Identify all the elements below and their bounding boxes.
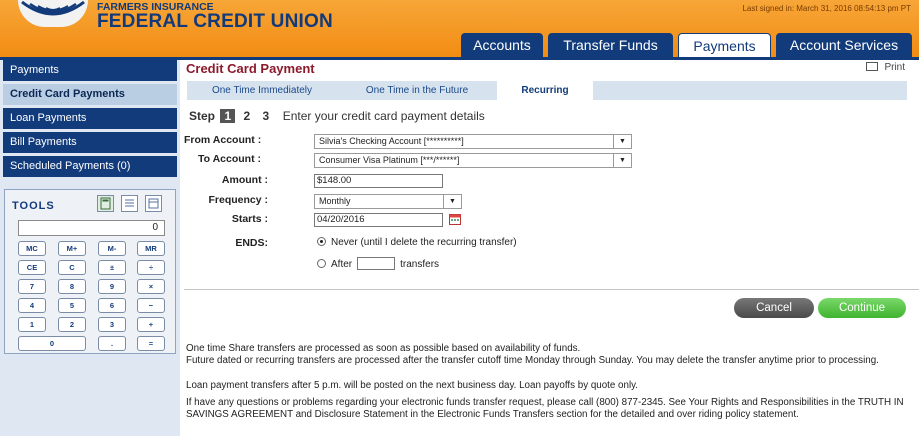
ends-after-option[interactable]: After transfers <box>317 257 439 270</box>
logo <box>18 0 88 27</box>
calc-key-m-minus[interactable]: M- <box>98 241 126 256</box>
calc-key-9[interactable]: 9 <box>98 279 126 294</box>
to-account-select[interactable]: Consumer Visa Platinum [***/******] ▼ <box>314 153 632 168</box>
calc-key-0[interactable]: 0 <box>18 336 86 351</box>
calc-key-divide[interactable]: ÷ <box>137 260 165 275</box>
calc-key-c[interactable]: C <box>58 260 86 275</box>
subtab-one-time-future[interactable]: One Time in the Future <box>337 81 497 100</box>
ends-label: ENDS: <box>235 237 268 249</box>
from-account-label: From Account : <box>184 134 262 146</box>
calc-key-subtract[interactable]: − <box>137 298 165 313</box>
frequency-label: Frequency : <box>208 194 268 206</box>
note-questions: If have any questions or problems regard… <box>186 397 904 420</box>
frequency-value: Monthly <box>319 196 351 206</box>
calc-key-2[interactable]: 2 <box>58 317 86 332</box>
page-title: Credit Card Payment <box>186 61 315 76</box>
step-label: Step <box>189 109 216 123</box>
eagle-logo-icon <box>21 0 85 16</box>
header: FARMERS INSURANCE FEDERAL CREDIT UNION L… <box>0 0 919 58</box>
ends-never-label: Never (until I delete the recurring tran… <box>331 237 517 248</box>
calc-key-6[interactable]: 6 <box>98 298 126 313</box>
calc-key-mc[interactable]: MC <box>18 241 46 256</box>
tools-panel: TOOLS 0 MC M+ M- MR CE C ± ÷ 7 8 9 × 4 5… <box>4 189 176 354</box>
calc-key-equals[interactable]: = <box>137 336 165 351</box>
starts-label: Starts : <box>231 213 268 225</box>
calc-key-3[interactable]: 3 <box>98 317 126 332</box>
note-share-transfers: One time Share transfers are processed a… <box>186 343 581 354</box>
note-loan-payments: Loan payment transfers after 5 p.m. will… <box>186 380 639 391</box>
tab-transfer-funds[interactable]: Transfer Funds <box>548 33 673 57</box>
to-account-label: To Account : <box>198 153 261 165</box>
starts-date-input[interactable]: 04/20/2016 <box>314 213 443 227</box>
calc-key-multiply[interactable]: × <box>137 279 165 294</box>
sidebar-item-scheduled-payments[interactable]: Scheduled Payments (0) <box>3 156 177 177</box>
chevron-down-icon: ▼ <box>613 154 631 167</box>
tab-payments[interactable]: Payments <box>678 33 771 58</box>
print-icon <box>866 62 879 71</box>
form-divider <box>184 289 919 290</box>
tools-title: TOOLS <box>12 200 55 212</box>
last-signed-in: Last signed in: March 31, 2016 08:54:13 … <box>742 4 911 13</box>
calc-key-ce[interactable]: CE <box>18 260 46 275</box>
calendar-picker-icon[interactable] <box>449 213 461 225</box>
from-account-value: Silvia's Checking Account [**********] <box>319 136 464 146</box>
payment-type-tabs: One Time Immediately One Time in the Fut… <box>187 81 907 100</box>
step-2: 2 <box>243 109 251 123</box>
tab-account-services[interactable]: Account Services <box>776 33 912 57</box>
calc-key-1[interactable]: 1 <box>18 317 46 332</box>
radio-selected-icon <box>317 237 326 246</box>
calc-key-4[interactable]: 4 <box>18 298 46 313</box>
note-future-dated: Future dated or recurring transfers are … <box>186 355 879 366</box>
from-account-select[interactable]: Silvia's Checking Account [**********] ▼ <box>314 134 632 149</box>
calc-key-7[interactable]: 7 <box>18 279 46 294</box>
chevron-down-icon: ▼ <box>443 195 461 208</box>
ends-after-prefix: After <box>331 259 353 270</box>
notes-icon[interactable] <box>121 195 138 212</box>
calc-key-add[interactable]: + <box>137 317 165 332</box>
tab-accounts[interactable]: Accounts <box>461 33 543 57</box>
sidebar-item-bill-payments[interactable]: Bill Payments <box>3 132 177 153</box>
amount-input[interactable]: $148.00 <box>314 174 443 188</box>
step-3: 3 <box>262 109 270 123</box>
sidebar-item-payments[interactable]: Payments <box>3 60 177 81</box>
sidebar-item-credit-card-payments[interactable]: Credit Card Payments <box>3 84 177 105</box>
calc-key-plus-minus[interactable]: ± <box>98 260 126 275</box>
brand-line-2: FEDERAL CREDIT UNION <box>97 11 333 32</box>
ends-never-option[interactable]: Never (until I delete the recurring tran… <box>317 237 517 248</box>
cancel-button[interactable]: Cancel <box>734 298 814 318</box>
calc-key-m-plus[interactable]: M+ <box>58 241 86 256</box>
step-indicator: Step 123 Enter your credit card payment … <box>189 109 485 123</box>
amount-label: Amount : <box>221 174 268 186</box>
continue-button[interactable]: Continue <box>818 298 906 318</box>
subtab-one-time-immediately[interactable]: One Time Immediately <box>187 81 337 100</box>
frequency-select[interactable]: Monthly ▼ <box>314 194 462 209</box>
subtab-recurring[interactable]: Recurring <box>497 81 593 100</box>
to-account-value: Consumer Visa Platinum [***/******] <box>319 155 460 165</box>
step-description: Enter your credit card payment details <box>282 109 485 123</box>
calculator-display: 0 <box>18 220 165 236</box>
print-button[interactable]: Print <box>866 62 905 73</box>
calc-key-decimal[interactable]: . <box>98 336 126 351</box>
sidebar: Payments Credit Card Payments Loan Payme… <box>0 60 180 436</box>
calc-key-8[interactable]: 8 <box>58 279 86 294</box>
step-1: 1 <box>220 109 236 123</box>
main-content: Credit Card Payment Print One Time Immed… <box>184 60 919 436</box>
calc-key-5[interactable]: 5 <box>58 298 86 313</box>
ends-after-count-input[interactable] <box>357 257 396 270</box>
radio-unselected-icon <box>317 259 326 268</box>
ends-after-suffix: transfers <box>400 259 440 270</box>
calculator-icon[interactable] <box>97 195 114 212</box>
calc-key-mr[interactable]: MR <box>137 241 165 256</box>
print-label: Print <box>884 62 905 73</box>
calendar-icon[interactable] <box>145 195 162 212</box>
sidebar-item-loan-payments[interactable]: Loan Payments <box>3 108 177 129</box>
chevron-down-icon: ▼ <box>613 135 631 148</box>
